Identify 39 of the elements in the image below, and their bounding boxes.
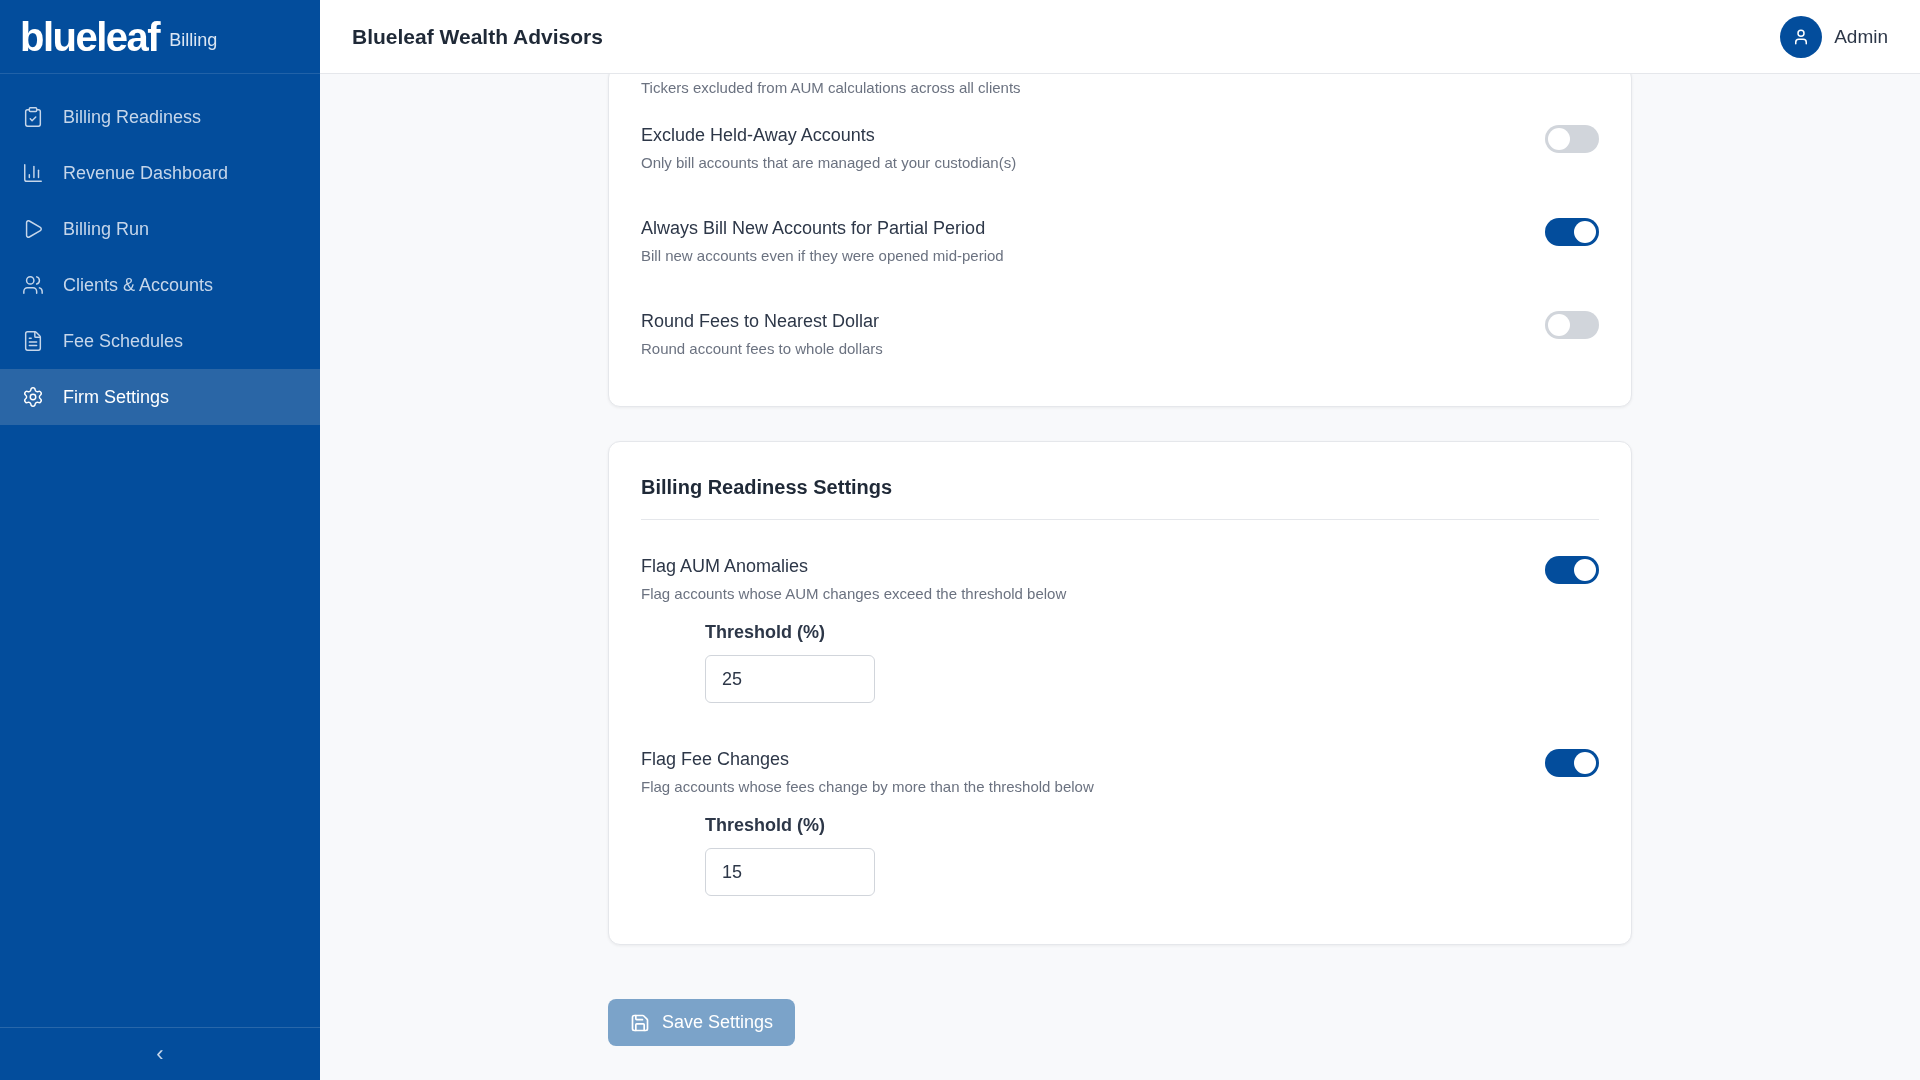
- setting-label: Exclude Held-Away Accounts: [641, 125, 876, 146]
- sidebar-item[interactable]: Revenue Dashboard: [0, 145, 320, 201]
- sidebar-item[interactable]: Clients & Accounts: [0, 257, 320, 313]
- sidebar-item[interactable]: Fee Schedules: [0, 313, 320, 369]
- users-icon: [22, 274, 44, 296]
- setting-label: Flag Fee Changes: [641, 749, 791, 770]
- toggle-switch[interactable]: [1545, 125, 1599, 153]
- threshold-field[interactable]: 15: [705, 848, 875, 896]
- setting-label: Round Fees to Nearest Dollar: [641, 311, 881, 332]
- setting-description: Flag accounts whose fees change by more than the threshold below: [641, 778, 1094, 795]
- document-icon: [22, 330, 44, 352]
- clipboard-icon: [22, 106, 44, 128]
- sidebar-item[interactable]: Billing Readiness: [0, 89, 320, 145]
- toggle-switch[interactable]: [1545, 218, 1599, 246]
- user-name: Admin: [1834, 25, 1888, 48]
- setting-description: Round account fees to whole dollars: [641, 340, 883, 357]
- setting-label: Always Bill New Accounts for Partial Period: [641, 218, 987, 239]
- setting-description: Tickers excluded from AUM calculations across all clients: [641, 78, 1022, 97]
- settings-icon: [22, 386, 44, 408]
- threshold-field[interactable]: 25: [705, 655, 875, 703]
- card-title: Billing Readiness Settings: [641, 442, 1599, 520]
- logo: blueleaf: [20, 16, 160, 57]
- collapse-button[interactable]: ‹: [0, 1027, 320, 1080]
- threshold-label: Threshold (%): [705, 622, 826, 643]
- setting-description: Flag accounts whose AUM changes exceed the threshold below: [641, 585, 1067, 602]
- avatar[interactable]: [1780, 15, 1823, 58]
- setting-description: Bill new accounts even if they were opened mid-period: [641, 247, 1004, 264]
- toggle-switch[interactable]: [1545, 311, 1599, 339]
- page-title: Blueleaf Wealth Advisors: [352, 24, 603, 49]
- product-name: Billing: [169, 30, 218, 51]
- sidebar-item[interactable]: Billing Run: [0, 201, 320, 257]
- toggle-switch[interactable]: [1545, 556, 1599, 584]
- bar-chart-icon: [22, 162, 44, 184]
- toggle-switch[interactable]: [1545, 749, 1599, 777]
- sidebar-item[interactable]: Firm Settings: [0, 369, 320, 425]
- setting-description: Only bill accounts that are managed at your custodian(s): [641, 154, 1017, 171]
- setting-label: Flag AUM Anomalies: [641, 556, 810, 577]
- threshold-label: Threshold (%): [705, 815, 826, 836]
- save-icon: [630, 1012, 650, 1033]
